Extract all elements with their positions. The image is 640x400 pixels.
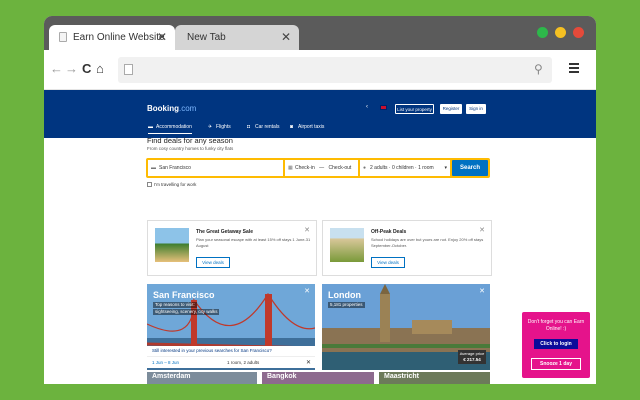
nav-label: Accommodation bbox=[156, 124, 192, 130]
document-icon bbox=[59, 32, 67, 42]
bed-icon: ▬ bbox=[148, 124, 153, 130]
view-deals-button[interactable]: View deals bbox=[371, 257, 405, 268]
window-minimize-dot[interactable] bbox=[555, 27, 566, 38]
destination-sub2: sightseeing, scenery, city walks bbox=[153, 309, 220, 315]
search-subtitle: From cosy country homes to funky city fl… bbox=[147, 146, 234, 151]
bed-icon: ▬ bbox=[151, 165, 156, 171]
work-travel-checkbox[interactable]: I'm travelling for work bbox=[147, 182, 197, 188]
deal-image bbox=[330, 228, 364, 262]
person-icon: ● bbox=[363, 165, 367, 171]
flag-icon[interactable] bbox=[380, 105, 387, 110]
destination-thumb-amsterdam[interactable]: Amsterdam bbox=[147, 372, 257, 384]
taxi-icon: ◙ bbox=[290, 124, 294, 130]
close-tab-icon[interactable]: ✕ bbox=[157, 25, 167, 50]
destination-name: Amsterdam bbox=[152, 373, 191, 380]
earn-online-popup: Don't forget you can Earn Online! :) Cli… bbox=[522, 312, 590, 378]
destination-sub1: 5,181 properties bbox=[328, 302, 365, 308]
checkbox-icon[interactable] bbox=[147, 182, 152, 188]
address-bar[interactable] bbox=[118, 57, 552, 83]
destination-thumb-bangkok[interactable]: Bangkok bbox=[262, 372, 374, 384]
destination-input[interactable]: ▬ San Francisco bbox=[148, 160, 283, 176]
logo-suffix: .com bbox=[179, 104, 197, 113]
plane-icon: ✈ bbox=[208, 124, 213, 130]
nav-airport-taxis[interactable]: ◙ Airport taxis bbox=[290, 124, 324, 130]
destination-sub1: Top reasons to visit: bbox=[153, 302, 197, 308]
previous-search-dates: 1 Jun – 8 Jun bbox=[152, 360, 180, 365]
deal-image bbox=[155, 228, 189, 262]
close-tab-icon[interactable]: ✕ bbox=[281, 25, 291, 50]
forward-icon[interactable]: → bbox=[65, 61, 78, 76]
home-icon[interactable]: ⌂ bbox=[96, 61, 104, 76]
destination-value: San Francisco bbox=[159, 165, 191, 171]
login-button[interactable]: Click to login bbox=[534, 339, 578, 349]
window-close-dot[interactable] bbox=[573, 27, 584, 38]
popup-message: Don't forget you can Earn Online! :) bbox=[527, 319, 585, 332]
menu-icon[interactable] bbox=[569, 63, 579, 73]
close-icon[interactable]: ✕ bbox=[306, 357, 311, 369]
deal-description: School holidays are over but yours are n… bbox=[371, 237, 484, 248]
reload-icon[interactable]: C bbox=[82, 61, 91, 76]
average-price-value: € 217.54 bbox=[463, 357, 481, 362]
logo-main: Booking bbox=[147, 104, 179, 113]
close-icon[interactable]: ✕ bbox=[479, 226, 485, 234]
tab-label: New Tab bbox=[187, 32, 226, 43]
browser-titlebar: Earn Online Website ✕ New Tab ✕ bbox=[44, 16, 596, 50]
deal-card-getaway: The Great Getaway Sale Plan your seasona… bbox=[147, 220, 317, 276]
destination-name: Bangkok bbox=[267, 373, 297, 380]
nav-label: Flights bbox=[216, 124, 231, 130]
destination-name: Maastricht bbox=[384, 373, 420, 380]
window-maximize-dot[interactable] bbox=[537, 27, 548, 38]
close-icon[interactable]: ✕ bbox=[479, 287, 485, 295]
date-separator: — bbox=[319, 165, 325, 171]
view-deals-button[interactable]: View deals bbox=[196, 257, 230, 268]
tab-new-tab[interactable]: New Tab ✕ bbox=[175, 25, 299, 50]
checkout-label: Check-out bbox=[328, 165, 352, 171]
destination-name: London bbox=[328, 290, 361, 300]
browser-toolbar: ← → C ⌂ ⚲ bbox=[44, 50, 596, 90]
car-icon: ◘ bbox=[247, 124, 251, 130]
previous-search-guests: 1 room, 2 adults bbox=[227, 360, 260, 365]
nav-flights[interactable]: ✈ Flights bbox=[208, 124, 231, 130]
dates-input[interactable]: ▦ Check-in — Check-out bbox=[285, 160, 358, 176]
sign-in-button[interactable]: Sign in bbox=[466, 104, 486, 114]
back-icon[interactable]: ← bbox=[50, 61, 63, 76]
deal-title: Off-Peak Deals bbox=[371, 229, 407, 235]
chevron-left-icon[interactable]: ‹ bbox=[366, 104, 368, 110]
previous-search-details[interactable]: 1 Jun – 8 Jun 1 room, 2 adults ✕ bbox=[147, 356, 315, 368]
nav-label: Airport taxis bbox=[298, 124, 325, 130]
work-travel-label: I'm travelling for work bbox=[154, 182, 197, 187]
deal-card-offpeak: Off-Peak Deals School holidays are over … bbox=[322, 220, 492, 276]
register-button[interactable]: Register bbox=[440, 104, 462, 114]
guests-select[interactable]: ● 2 adults · 0 children · 1 room ▾ bbox=[360, 160, 450, 176]
list-property-button[interactable]: List your property bbox=[395, 104, 434, 114]
tab-label: Earn Online Website bbox=[73, 32, 165, 43]
tab-earn-online[interactable]: Earn Online Website ✕ bbox=[49, 25, 175, 50]
search-title: Find deals for any season bbox=[147, 136, 233, 145]
guests-value: 2 adults · 0 children · 1 room bbox=[370, 165, 434, 171]
page-icon bbox=[124, 64, 133, 75]
nav-car-rentals[interactable]: ◘ Car rentals bbox=[247, 124, 279, 130]
nav-label: Car rentals bbox=[255, 124, 280, 130]
snooze-button[interactable]: Snooze 1 day bbox=[531, 358, 581, 370]
browser-window: Earn Online Website ✕ New Tab ✕ ← → C ⌂ … bbox=[44, 16, 596, 384]
calendar-icon: ▦ bbox=[288, 165, 293, 171]
booking-logo[interactable]: Booking.com bbox=[147, 104, 196, 113]
destination-name: San Francisco bbox=[153, 290, 215, 300]
booking-header: Booking.com ‹ List your property Registe… bbox=[44, 90, 596, 138]
chevron-down-icon: ▾ bbox=[444, 165, 447, 171]
close-icon[interactable]: ✕ bbox=[304, 226, 310, 234]
close-icon[interactable]: ✕ bbox=[304, 287, 310, 295]
nav-accommodation[interactable]: ▬ Accommodation bbox=[148, 124, 192, 134]
checkin-label: Check-in bbox=[295, 165, 315, 171]
search-button[interactable]: Search bbox=[452, 160, 488, 176]
deal-title: The Great Getaway Sale bbox=[196, 229, 253, 235]
destination-thumb-maastricht[interactable]: Maastricht bbox=[379, 372, 490, 384]
previous-search-prompt: Still interested in your previous search… bbox=[147, 346, 315, 356]
average-price-badge: Average price € 217.54 bbox=[458, 350, 486, 364]
zoom-icon[interactable]: ⚲ bbox=[534, 62, 543, 76]
deal-description: Plan your seasonal escape with at least … bbox=[196, 237, 311, 248]
search-box: ▬ San Francisco ▦ Check-in — Check-out ●… bbox=[146, 158, 490, 178]
